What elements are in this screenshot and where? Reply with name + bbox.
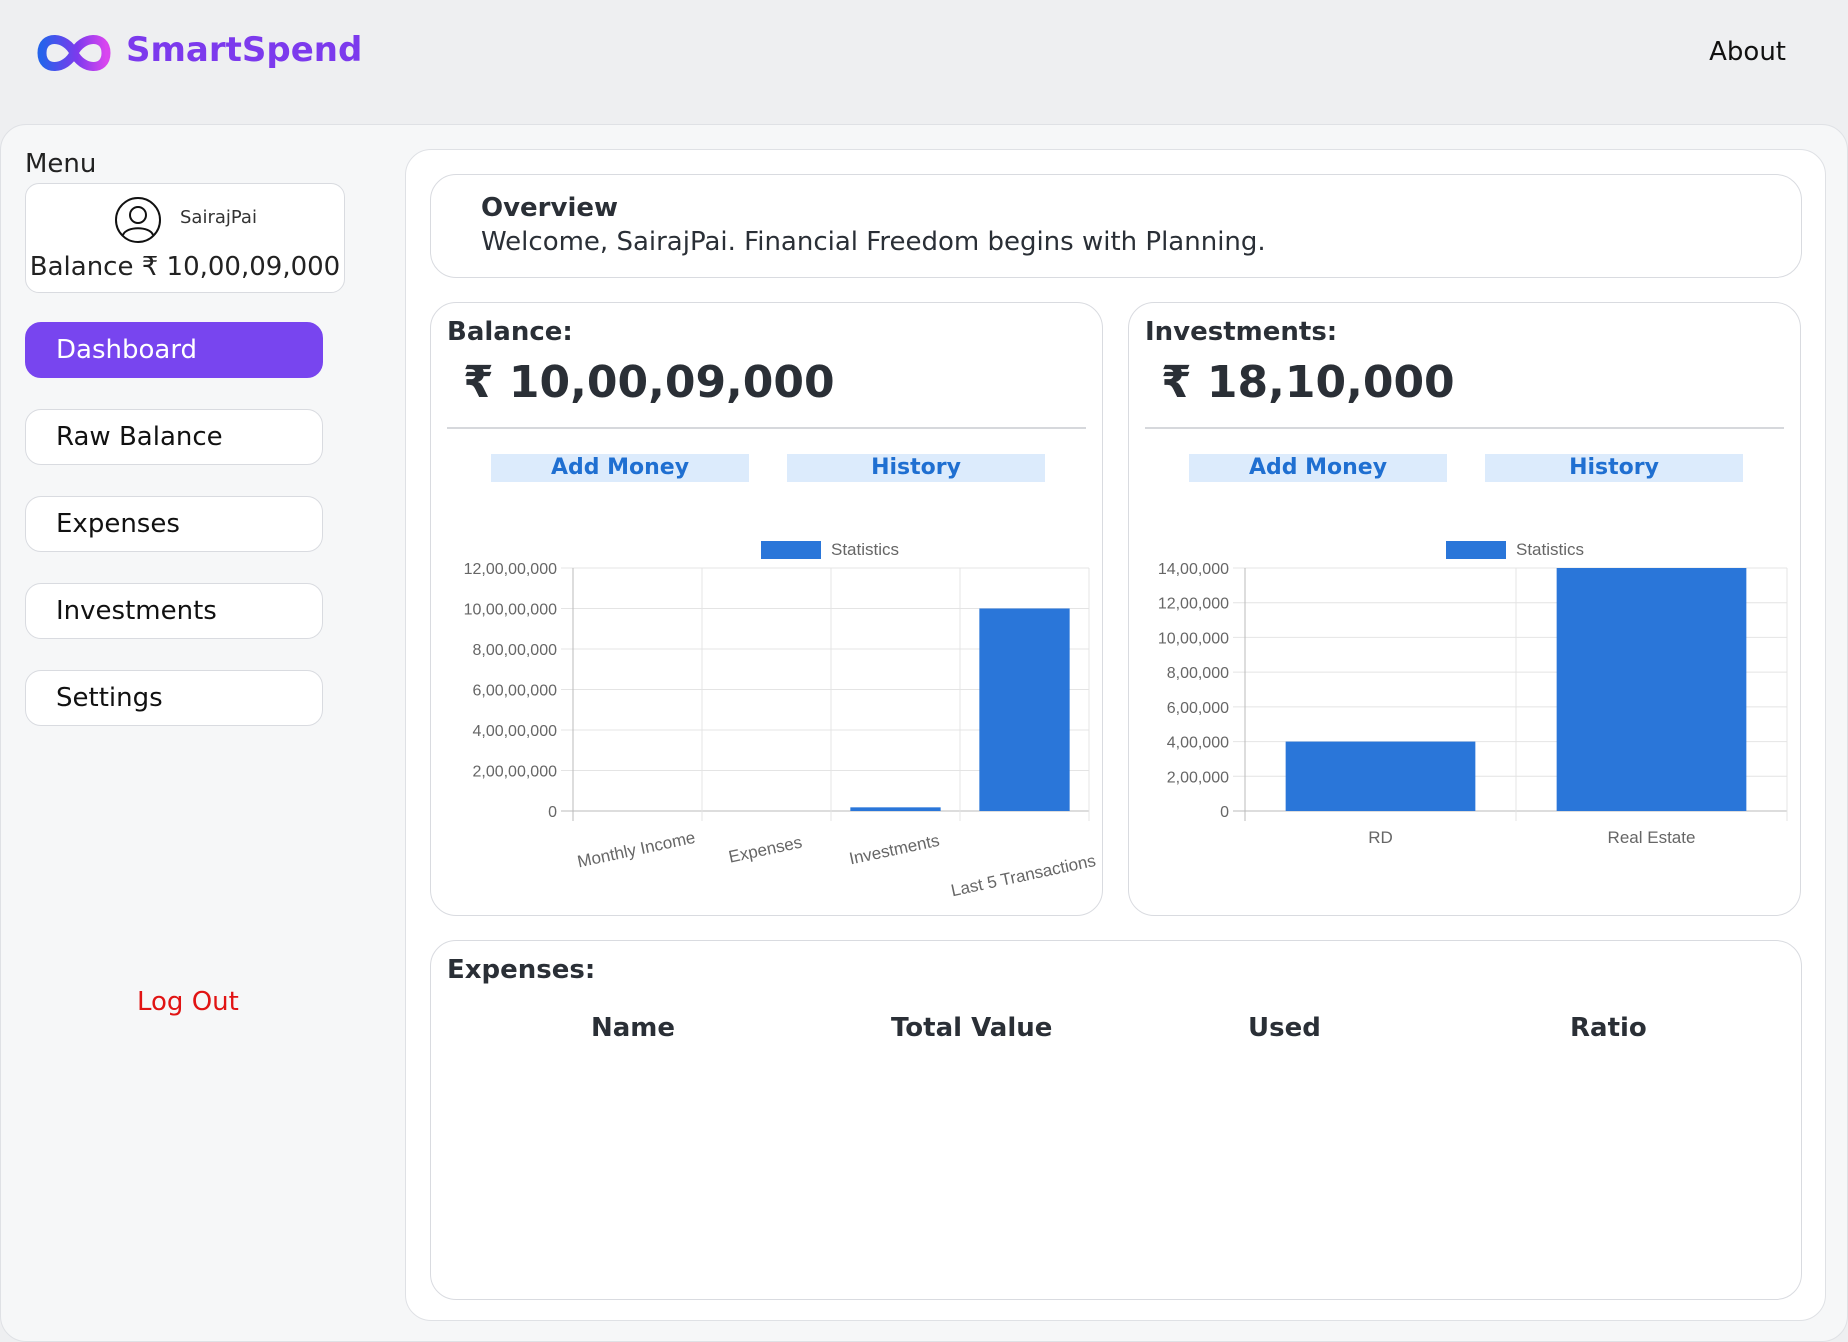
expenses-card: Expenses: Name Total Value Used Ratio: [430, 940, 1802, 1300]
sidebar-item-raw-balance[interactable]: Raw Balance: [25, 409, 323, 465]
y-tick-label: 6,00,00,000: [472, 683, 557, 700]
x-tick-label: Monthly Income: [576, 828, 697, 872]
smartspend-logo-icon[interactable]: [36, 28, 112, 78]
y-tick-label: 12,00,00,000: [464, 561, 558, 578]
y-tick-label: 10,00,00,000: [464, 602, 558, 619]
y-tick-label: 10,00,000: [1158, 630, 1229, 647]
y-tick-label: 2,00,00,000: [472, 764, 557, 781]
investments-card: Investments: ₹ 18,10,000 Add Money Histo…: [1128, 302, 1801, 916]
balance-card: Balance: ₹ 10,00,09,000 Add Money Histor…: [430, 302, 1103, 916]
overview-title: Overview: [481, 193, 619, 223]
investments-history-button[interactable]: History: [1485, 454, 1743, 482]
balance-title: Balance:: [447, 317, 573, 347]
y-tick-label: 4,00,000: [1167, 735, 1229, 752]
balance-history-button[interactable]: History: [787, 454, 1045, 482]
column-header-total-value: Total Value: [891, 1013, 1053, 1043]
bar-last-5-transactions: [979, 608, 1070, 811]
y-tick-label: 6,00,000: [1167, 700, 1229, 717]
overview-card: Overview Welcome, SairajPai. Financial F…: [430, 174, 1802, 278]
user-circle-icon: [115, 197, 161, 243]
y-tick-label: 8,00,00,000: [472, 642, 557, 659]
x-tick-label: Investments: [848, 831, 942, 869]
x-tick-label: RD: [1368, 828, 1393, 847]
y-tick-label: 2,00,000: [1167, 769, 1229, 786]
y-tick-label: 8,00,000: [1167, 665, 1229, 682]
divider: [447, 427, 1086, 429]
username: SairajPai: [180, 207, 257, 228]
sidebar-item-investments[interactable]: Investments: [25, 583, 323, 639]
y-tick-label: 4,00,00,000: [472, 723, 557, 740]
investments-title: Investments:: [1145, 317, 1338, 347]
about-link[interactable]: About: [1709, 37, 1786, 67]
x-tick-label: Real Estate: [1608, 828, 1696, 847]
column-header-name: Name: [591, 1013, 676, 1043]
divider: [1145, 427, 1784, 429]
balance-statistics-chart: Statistics 0 2,00,00,000 4,00,00,000 6,00,00…: [464, 540, 1098, 900]
sidebar-item-settings[interactable]: Settings: [25, 670, 323, 726]
balance-amount: ₹ 10,00,09,000: [463, 357, 835, 408]
legend-swatch: [761, 541, 821, 559]
main-content: Overview Welcome, SairajPai. Financial F…: [405, 149, 1826, 1321]
bar-real-estate: [1556, 568, 1747, 811]
column-header-ratio: Ratio: [1570, 1013, 1647, 1043]
x-tick-label: Last 5 Transactions: [949, 851, 1097, 900]
y-tick-label: 0: [1220, 804, 1229, 821]
balance-add-money-button[interactable]: Add Money: [491, 454, 749, 482]
overview-subtitle: Welcome, SairajPai. Financial Freedom be…: [481, 227, 1266, 257]
brand-name[interactable]: SmartSpend: [126, 30, 362, 70]
y-tick-label: 12,00,000: [1158, 596, 1229, 613]
sidebar-item-dashboard[interactable]: Dashboard: [25, 322, 323, 378]
legend-label: Statistics: [1516, 540, 1584, 559]
logout-button[interactable]: Log Out: [137, 987, 239, 1017]
sidebar-item-expenses[interactable]: Expenses: [25, 496, 323, 552]
expenses-title: Expenses:: [447, 955, 596, 985]
user-balance: Balance ₹ 10,00,09,000: [29, 252, 341, 282]
column-header-used: Used: [1248, 1013, 1321, 1043]
x-tick-label: Expenses: [727, 833, 804, 867]
investments-amount: ₹ 18,10,000: [1161, 357, 1455, 408]
investments-add-money-button[interactable]: Add Money: [1189, 454, 1447, 482]
user-card: SairajPai Balance ₹ 10,00,09,000: [25, 183, 345, 293]
y-tick-label: 14,00,000: [1158, 561, 1229, 578]
top-bar: SmartSpend About: [0, 0, 1848, 124]
legend-swatch: [1446, 541, 1506, 559]
investments-statistics-chart: Statistics 0 2,00,000 4,00,000 6,00,000 8,00,…: [1158, 540, 1788, 847]
menu-title: Menu: [25, 149, 97, 179]
app-shell: Menu SairajPai Balance ₹ 10,00,09,000 Da…: [0, 124, 1848, 1342]
bar-rd: [1285, 741, 1476, 811]
y-tick-label: 0: [548, 804, 557, 821]
legend-label: Statistics: [831, 540, 899, 559]
bar-investments: [850, 807, 941, 811]
